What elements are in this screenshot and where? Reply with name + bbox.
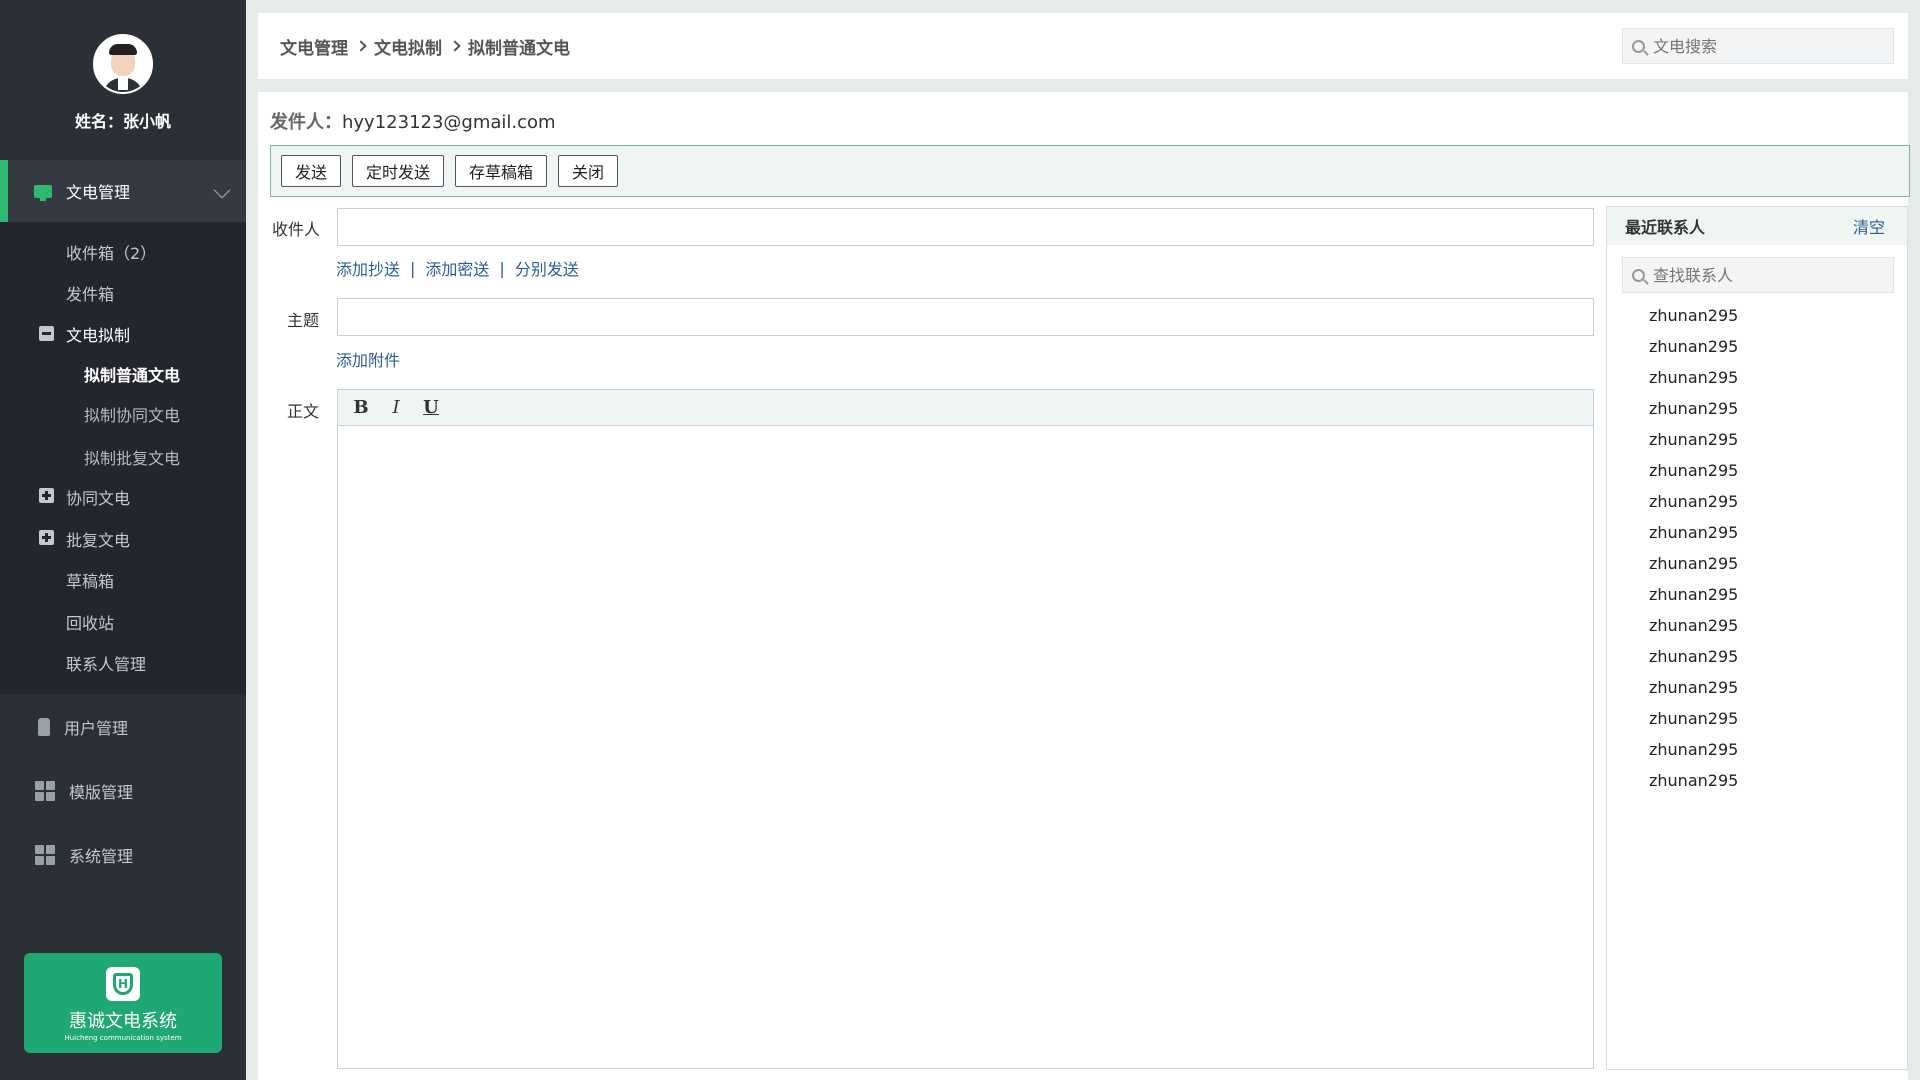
contact-item[interactable]: zhunan295 xyxy=(1649,399,1907,430)
brand-title: 惠诚文电系统 xyxy=(69,1011,177,1032)
sidebar: 姓名：张小帆 文电管理 收件箱（2） 发件箱 文电拟制 拟制普通文电 拟制协同文… xyxy=(0,0,246,1080)
contact-item[interactable]: zhunan295 xyxy=(1649,554,1907,585)
separate-send-link[interactable]: 分别发送 xyxy=(515,256,579,280)
subnav: 收件箱（2） 发件箱 文电拟制 拟制普通文电 拟制协同文电 拟制批复文电 协同文… xyxy=(0,222,246,694)
contact-item[interactable]: zhunan295 xyxy=(1649,771,1907,802)
contact-item[interactable]: zhunan295 xyxy=(1649,492,1907,523)
contacts-title: 最近联系人 xyxy=(1625,218,1706,237)
contact-list: zhunan295 zhunan295 zhunan295 zhunan295 … xyxy=(1607,306,1907,802)
recipient-options: 添加抄送 | 添加密送 | 分别发送 xyxy=(336,256,579,280)
recipient-field[interactable] xyxy=(337,208,1594,246)
contact-item[interactable]: zhunan295 xyxy=(1649,585,1907,616)
subnav-item-inbox[interactable]: 收件箱（2） xyxy=(66,240,156,264)
grid-icon xyxy=(35,781,55,801)
contact-item[interactable]: zhunan295 xyxy=(1649,461,1907,492)
top-bar: 文电管理 文电拟制 拟制普通文电 xyxy=(258,13,1908,79)
contact-item[interactable]: zhunan295 xyxy=(1649,616,1907,647)
expand-icon[interactable] xyxy=(39,530,54,545)
contact-item[interactable]: zhunan295 xyxy=(1649,709,1907,740)
subnav-item-draft-collab[interactable]: 拟制协同文电 xyxy=(84,402,180,426)
nav-item-label: 用户管理 xyxy=(64,719,129,738)
nav-item-system-management[interactable]: 系统管理 xyxy=(0,827,246,883)
profile: 姓名：张小帆 xyxy=(0,0,246,160)
chevron-right-icon xyxy=(449,40,461,52)
nav-item-user-management[interactable]: 用户管理 xyxy=(0,699,246,755)
brand-logo: H 惠诚文电系统 Huicheng communication system xyxy=(24,953,222,1053)
divider: | xyxy=(499,258,505,278)
subnav-item-collab[interactable]: 协同文电 xyxy=(66,485,130,509)
sender-value: hyy123123@gmail.com xyxy=(342,112,556,133)
recipient-label: 收件人 xyxy=(272,220,321,239)
search-input[interactable] xyxy=(1653,36,1853,56)
underline-icon[interactable]: U xyxy=(420,397,442,419)
compose-panel: 发件人：hyy123123@gmail.com 发送 定时发送 存草稿箱 关闭 … xyxy=(258,92,1910,1080)
subnav-item-draft-approve[interactable]: 拟制批复文电 xyxy=(84,445,180,469)
contact-item[interactable]: zhunan295 xyxy=(1649,337,1907,368)
subject-label: 主题 xyxy=(287,311,320,330)
schedule-send-button[interactable]: 定时发送 xyxy=(352,155,445,187)
shield-icon: H xyxy=(106,967,140,1001)
nav-item-label: 模版管理 xyxy=(69,783,134,802)
contact-item[interactable]: zhunan295 xyxy=(1649,430,1907,461)
avatar[interactable] xyxy=(93,34,153,94)
collapse-icon[interactable] xyxy=(39,326,54,341)
monitor-icon xyxy=(34,184,52,201)
subnav-item-approve[interactable]: 批复文电 xyxy=(66,527,130,551)
chevron-right-icon xyxy=(355,40,367,52)
chevron-down-icon xyxy=(213,181,231,199)
subnav-item-trash[interactable]: 回收站 xyxy=(66,610,114,634)
profile-name: 姓名：张小帆 xyxy=(74,112,171,131)
contact-item[interactable]: zhunan295 xyxy=(1649,740,1907,771)
bold-icon[interactable]: B xyxy=(350,397,372,419)
contact-item[interactable]: zhunan295 xyxy=(1649,678,1907,709)
subnav-item-draft-normal[interactable]: 拟制普通文电 xyxy=(84,362,180,386)
action-toolbar: 发送 定时发送 存草稿箱 关闭 xyxy=(270,145,1910,197)
contact-search[interactable] xyxy=(1622,257,1894,293)
contacts-header: 最近联系人 清空 xyxy=(1607,207,1907,245)
contact-item[interactable]: zhunan295 xyxy=(1649,523,1907,554)
sender-label: 发件人： xyxy=(270,112,342,133)
add-bcc-link[interactable]: 添加密送 xyxy=(425,256,489,280)
body-editor[interactable]: B I U xyxy=(337,389,1594,1069)
add-attachment-link[interactable]: 添加附件 xyxy=(336,347,400,371)
save-draft-button[interactable]: 存草稿箱 xyxy=(455,155,548,187)
grid-icon xyxy=(35,845,55,865)
subnav-item-drafts[interactable]: 草稿箱 xyxy=(66,568,114,592)
nav-item-template-management[interactable]: 模版管理 xyxy=(0,763,246,819)
expand-icon[interactable] xyxy=(39,488,54,503)
breadcrumb-item: 拟制普通文电 xyxy=(468,38,570,59)
clear-contacts-link[interactable]: 清空 xyxy=(1853,214,1885,238)
breadcrumb-item[interactable]: 文电管理 xyxy=(280,34,348,59)
contact-item[interactable]: zhunan295 xyxy=(1649,647,1907,678)
user-icon xyxy=(38,718,50,736)
nav-item-label: 系统管理 xyxy=(69,847,134,866)
subject-field[interactable] xyxy=(337,298,1594,336)
nav-item-document-management[interactable]: 文电管理 xyxy=(0,160,246,222)
add-cc-link[interactable]: 添加抄送 xyxy=(336,256,400,280)
editor-toolbar: B I U xyxy=(338,390,1593,426)
nav-item-label: 文电管理 xyxy=(66,183,131,202)
contact-search-input[interactable] xyxy=(1653,265,1853,285)
document-search[interactable] xyxy=(1622,28,1894,64)
search-icon xyxy=(1632,39,1645,53)
brand-subtitle: Huicheng communication system xyxy=(64,1034,182,1042)
search-icon xyxy=(1632,268,1645,282)
subnav-item-contacts[interactable]: 联系人管理 xyxy=(66,651,146,675)
subnav-item-draft-group[interactable]: 文电拟制 xyxy=(66,322,130,346)
breadcrumb-item[interactable]: 文电拟制 xyxy=(374,34,442,59)
contact-item[interactable]: zhunan295 xyxy=(1649,306,1907,337)
subnav-item-outbox[interactable]: 发件箱 xyxy=(66,281,114,305)
breadcrumb: 文电管理 文电拟制 拟制普通文电 xyxy=(280,34,570,59)
send-button[interactable]: 发送 xyxy=(281,155,342,187)
contact-item[interactable]: zhunan295 xyxy=(1649,368,1907,399)
divider: | xyxy=(410,258,416,278)
italic-icon[interactable]: I xyxy=(385,397,407,419)
sender-line: 发件人：hyy123123@gmail.com xyxy=(270,108,556,134)
close-button[interactable]: 关闭 xyxy=(558,155,619,187)
body-label: 正文 xyxy=(287,402,320,421)
recent-contacts-panel: 最近联系人 清空 zhunan295 zhunan295 zhunan295 z… xyxy=(1606,206,1908,1070)
